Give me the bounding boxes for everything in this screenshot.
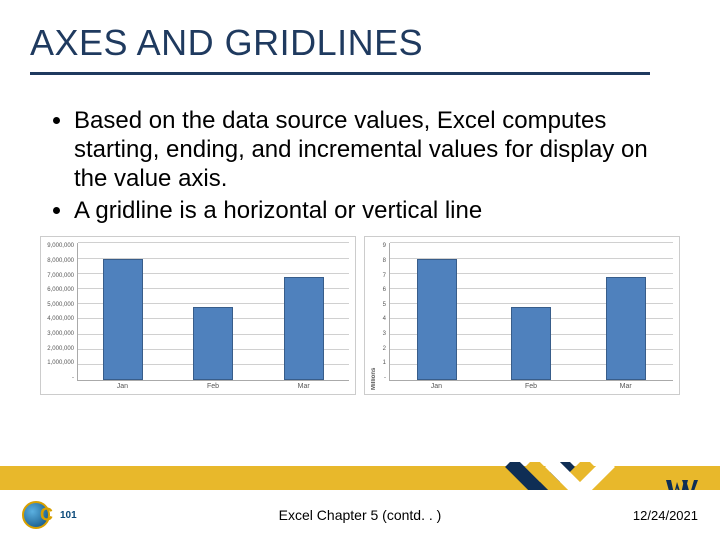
y-axis-ticks: 9 8 7 6 5 4 3 2 1 - <box>379 243 389 381</box>
chart-right: Millions 9 8 7 6 5 4 3 2 1 - <box>364 236 680 395</box>
bullet-item: Based on the data source values, Excel c… <box>74 107 670 193</box>
y-tick-label: 1 <box>379 360 386 366</box>
chart-grid <box>77 243 349 381</box>
y-tick-label: 4 <box>379 316 386 322</box>
x-tick-label: Mar <box>258 383 349 390</box>
bars-container <box>390 243 673 380</box>
y-tick-label: 3 <box>379 331 386 337</box>
footer-band: 101 Excel Chapter 5 (contd. . ) 12/24/20… <box>0 466 720 540</box>
chart-grid <box>389 243 673 381</box>
x-tick-label: Mar <box>578 383 673 390</box>
y-tick-label: - <box>379 375 386 381</box>
plot-wrap: 9,000,000 8,000,000 7,000,000 6,000,000 … <box>47 243 349 390</box>
plot-area: 9,000,000 8,000,000 7,000,000 6,000,000 … <box>47 243 349 381</box>
c101-logo-icon: 101 <box>22 501 77 529</box>
y-axis-unit-label: Millions <box>371 243 377 390</box>
plot-wrap: 9 8 7 6 5 4 3 2 1 - <box>379 243 673 390</box>
footer-date: 12/24/2021 <box>633 508 698 523</box>
x-axis-ticks: Jan Feb Mar <box>379 383 673 390</box>
bar-mar <box>606 277 646 380</box>
x-tick-label: Jan <box>389 383 484 390</box>
y-tick-label: 9 <box>379 243 386 249</box>
y-tick-label: 4,000,000 <box>47 316 74 322</box>
y-tick-label: 5,000,000 <box>47 302 74 308</box>
slide-title: AXES AND GRIDLINES <box>0 0 720 72</box>
y-axis-ticks: 9,000,000 8,000,000 7,000,000 6,000,000 … <box>47 243 77 381</box>
y-tick-label: 6,000,000 <box>47 287 74 293</box>
y-tick-label: 8,000,000 <box>47 258 74 264</box>
y-tick-label: 1,000,000 <box>47 360 74 366</box>
x-tick-label: Jan <box>77 383 168 390</box>
footer-bottom: 101 Excel Chapter 5 (contd. . ) 12/24/20… <box>0 490 720 540</box>
y-tick-label: 7,000,000 <box>47 273 74 279</box>
y-tick-label: 8 <box>379 258 386 264</box>
y-tick-label: 5 <box>379 302 386 308</box>
bullet-item: A gridline is a horizontal or vertical l… <box>74 197 670 226</box>
y-tick-label: 2,000,000 <box>47 346 74 352</box>
x-axis-ticks: Jan Feb Mar <box>47 383 349 390</box>
y-tick-label: 3,000,000 <box>47 331 74 337</box>
x-tick-label: Feb <box>168 383 259 390</box>
plot-area: 9 8 7 6 5 4 3 2 1 - <box>379 243 673 381</box>
chart-left: 9,000,000 8,000,000 7,000,000 6,000,000 … <box>40 236 356 395</box>
y-tick-label: 9,000,000 <box>47 243 74 249</box>
bar-jan <box>103 259 143 381</box>
bar-feb <box>193 307 233 380</box>
charts-row: 9,000,000 8,000,000 7,000,000 6,000,000 … <box>0 230 720 395</box>
bar-feb <box>511 307 551 380</box>
slide: AXES AND GRIDLINES Based on the data sou… <box>0 0 720 540</box>
x-tick-label: Feb <box>484 383 579 390</box>
bar-jan <box>417 259 457 381</box>
bar-mar <box>284 277 324 380</box>
globe-icon <box>22 501 50 529</box>
y-tick-label: 6 <box>379 287 386 293</box>
footer-center-text: Excel Chapter 5 (contd. . ) <box>279 507 442 523</box>
logo-text: 101 <box>60 510 77 521</box>
y-tick-label: 2 <box>379 346 386 352</box>
y-tick-label: - <box>47 375 74 381</box>
content-area: Based on the data source values, Excel c… <box>0 75 720 230</box>
y-tick-label: 7 <box>379 273 386 279</box>
bullet-list: Based on the data source values, Excel c… <box>50 107 670 226</box>
bars-container <box>78 243 349 380</box>
